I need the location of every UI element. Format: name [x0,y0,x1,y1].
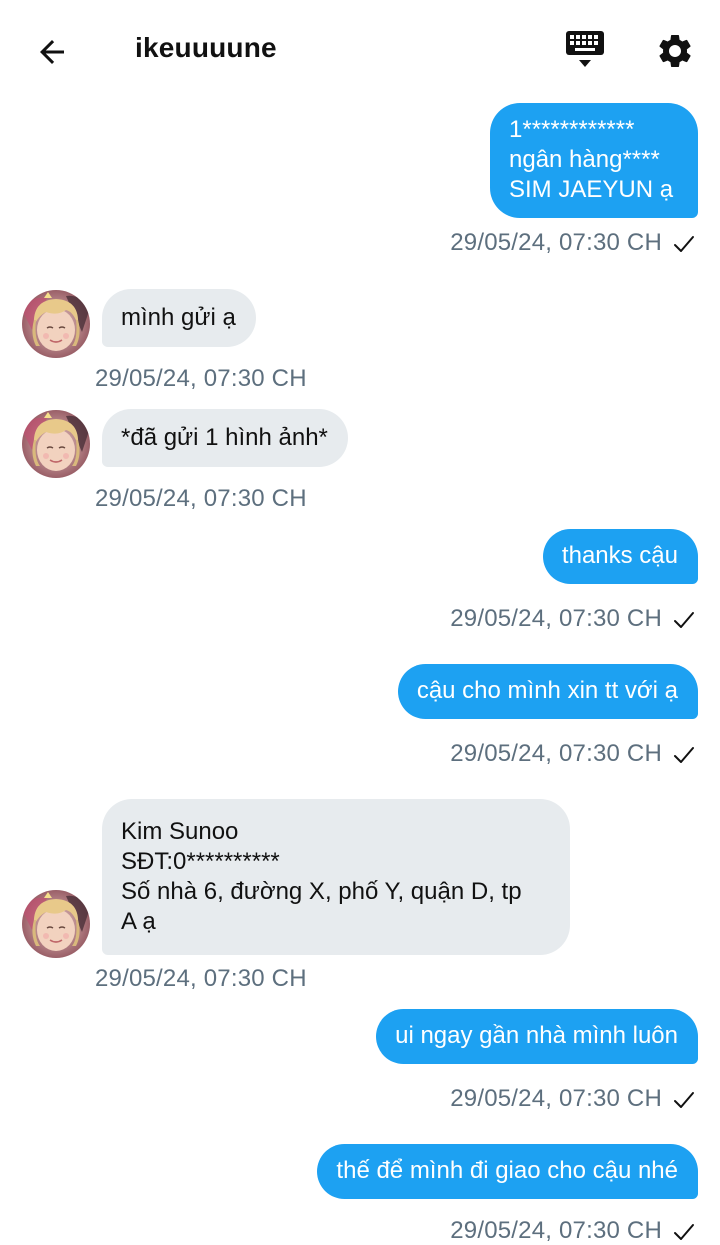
message-timestamp: 29/05/24, 07:30 CH [95,485,307,512]
message-timestamp: 29/05/24, 07:30 CH [450,1217,662,1244]
message-bubble-outgoing[interactable]: thế để mình đi giao cho cậu nhé [317,1144,698,1199]
read-check-icon [672,232,696,256]
message-timestamp: 29/05/24, 07:30 CH [450,605,662,632]
read-check-icon [672,1220,696,1244]
read-check-icon [672,1088,696,1112]
message-timestamp: 29/05/24, 07:30 CH [450,1085,662,1112]
message-bubble-outgoing[interactable]: ui ngay gần nhà mình luôn [376,1009,698,1064]
message-bubble-outgoing[interactable]: cậu cho mình xin tt với ạ [397,664,698,719]
message-timestamp: 29/05/24, 07:30 CH [95,965,307,992]
keyboard-icon [566,31,604,67]
gear-icon [659,34,691,67]
arrow-left-icon [40,40,64,64]
message-bubble-incoming[interactable]: *đã gửi 1 hình ảnh* [102,409,348,467]
read-check-icon [672,608,696,632]
message-timestamp: 29/05/24, 07:30 CH [95,365,307,392]
message-timestamp: 29/05/24, 07:30 CH [450,740,662,767]
settings-button[interactable] [650,26,700,76]
back-button[interactable] [28,28,76,76]
chat-header: ikeuuuune [0,0,720,100]
message-bubble-incoming[interactable]: Kim Sunoo SĐT:0********** Số nhà 6, đườn… [102,799,570,955]
message-bubble-outgoing[interactable]: thanks cậu [542,529,698,584]
avatar[interactable] [22,290,90,358]
keyboard-button[interactable] [560,26,610,76]
message-bubble-incoming[interactable]: mình gửi ạ [102,289,256,347]
read-check-icon [672,743,696,767]
avatar[interactable] [22,410,90,478]
avatar[interactable] [22,890,90,958]
contact-name[interactable]: ikeuuuune [135,32,277,64]
message-timestamp: 29/05/24, 07:30 CH [450,229,662,256]
message-bubble-outgoing[interactable]: 1************ ngân hàng**** SIM JAEYUN ạ [490,103,698,218]
